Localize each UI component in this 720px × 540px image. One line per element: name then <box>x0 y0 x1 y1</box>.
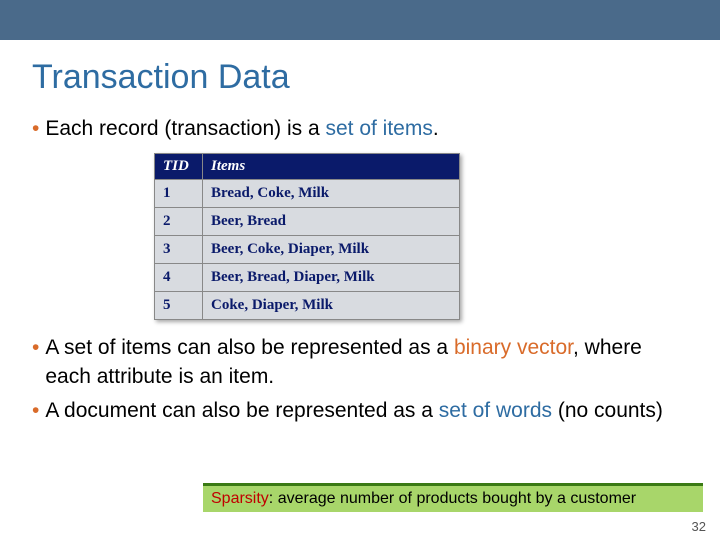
bullet-3-highlight: set of words <box>439 399 552 422</box>
table-row: 5 Coke, Diaper, Milk <box>155 292 460 320</box>
bullet-1: • Each record (transaction) is a set of … <box>32 115 688 143</box>
table-row: 2 Beer, Bread <box>155 208 460 236</box>
bullet-1-pre: Each record (transaction) is a <box>45 117 325 140</box>
footnote-bar: Sparsity: average number of products bou… <box>203 483 703 512</box>
header-bar <box>0 0 720 40</box>
bullet-1-post: . <box>433 117 439 140</box>
cell-tid: 3 <box>155 236 203 264</box>
bullet-1-highlight: set of items <box>325 117 432 140</box>
cell-items: Beer, Coke, Diaper, Milk <box>203 236 460 264</box>
th-tid: TID <box>155 154 203 180</box>
bullet-2-pre: A set of items can also be represented a… <box>45 336 454 359</box>
cell-tid: 2 <box>155 208 203 236</box>
table-row: 3 Beer, Coke, Diaper, Milk <box>155 236 460 264</box>
bullet-dot-icon: • <box>32 397 39 425</box>
bullet-3-pre: A document can also be represented as a <box>45 399 438 422</box>
slide-title: Transaction Data <box>32 58 688 97</box>
bullet-2-highlight: binary vector <box>454 336 573 359</box>
transaction-table: TID Items 1 Bread, Coke, Milk 2 Beer, Br… <box>154 153 460 320</box>
footnote-sparsity: Sparsity <box>211 490 269 507</box>
cell-tid: 1 <box>155 180 203 208</box>
bullet-2-text: A set of items can also be represented a… <box>45 334 688 391</box>
page-number: 32 <box>692 519 706 534</box>
bullet-3-post: (no counts) <box>552 399 663 422</box>
table-header-row: TID Items <box>155 154 460 180</box>
cell-items: Coke, Diaper, Milk <box>203 292 460 320</box>
cell-tid: 5 <box>155 292 203 320</box>
bullet-dot-icon: • <box>32 334 39 362</box>
cell-items: Beer, Bread, Diaper, Milk <box>203 264 460 292</box>
bullet-1-text: Each record (transaction) is a set of it… <box>45 115 688 143</box>
cell-items: Beer, Bread <box>203 208 460 236</box>
table-row: 1 Bread, Coke, Milk <box>155 180 460 208</box>
slide-content: Transaction Data • Each record (transact… <box>0 40 720 425</box>
th-items: Items <box>203 154 460 180</box>
footnote-rest: : average number of products bought by a… <box>269 490 636 507</box>
bullet-3: • A document can also be represented as … <box>32 397 688 425</box>
cell-tid: 4 <box>155 264 203 292</box>
table-row: 4 Beer, Bread, Diaper, Milk <box>155 264 460 292</box>
transaction-table-wrap: TID Items 1 Bread, Coke, Milk 2 Beer, Br… <box>154 153 460 320</box>
bullet-dot-icon: • <box>32 115 39 143</box>
bullet-3-text: A document can also be represented as a … <box>45 397 688 425</box>
cell-items: Bread, Coke, Milk <box>203 180 460 208</box>
bullet-2: • A set of items can also be represented… <box>32 334 688 391</box>
